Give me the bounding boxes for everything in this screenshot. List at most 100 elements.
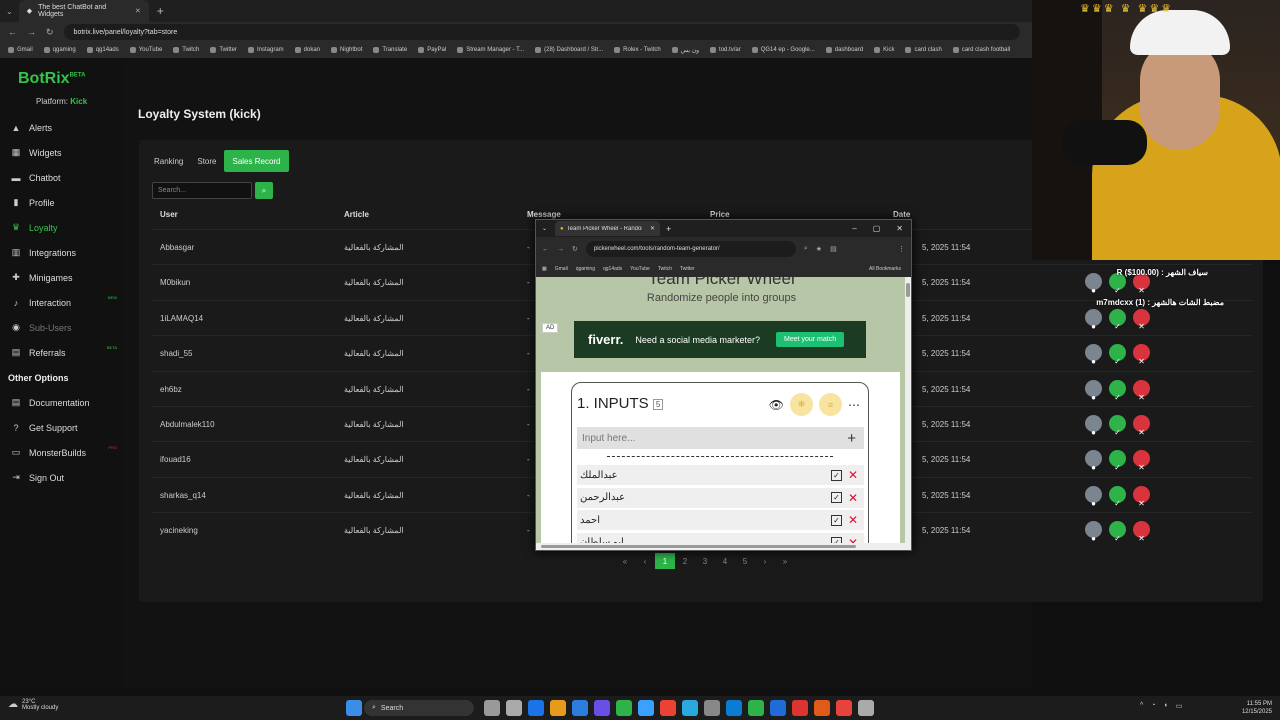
sidebar-item-monsterbuilds[interactable]: ▭ MonsterBuilds PRO <box>0 440 125 465</box>
entry-input[interactable]: Input here... + <box>577 427 864 449</box>
bookmark-item[interactable]: card clash football <box>952 47 1010 53</box>
popup-new-tab-icon[interactable]: + <box>666 224 671 234</box>
popup-menu-icon[interactable]: ⋮ <box>898 245 905 253</box>
reject-button[interactable]: ✕ <box>1133 485 1150 508</box>
taskbar-app-icon[interactable] <box>572 700 588 716</box>
sidebar-item-minigames[interactable]: ✚ Minigames <box>0 265 125 290</box>
taskbar-app-icon[interactable] <box>616 700 632 716</box>
page-3[interactable]: 3 <box>695 553 715 569</box>
bookmark-item[interactable]: Instagram <box>247 47 284 53</box>
popup-close-tab-icon[interactable]: ✕ <box>650 225 655 232</box>
approve-button[interactable]: ✓ <box>1109 415 1126 437</box>
sidebar-item-getsupport[interactable]: ? Get Support <box>0 415 125 440</box>
search-input[interactable]: Search... <box>152 182 252 199</box>
delete-entry-icon[interactable]: ✕ <box>848 468 858 482</box>
minimize-icon[interactable]: – <box>852 224 856 233</box>
weather-widget[interactable]: ☁ 23°C Mostly cloudy <box>8 699 58 711</box>
bookmark-item[interactable]: (28) Dashboard / Str... <box>535 47 603 53</box>
popup-url-field[interactable]: pickerwheel.com/tools/random-team-genera… <box>585 241 796 257</box>
bookmark-item[interactable]: QG14 ep - Google... <box>751 47 815 53</box>
reload-icon[interactable]: ↻ <box>46 27 54 38</box>
popup-vertical-scrollbar[interactable] <box>905 277 911 545</box>
popup-browser-tab[interactable]: ● Team Picker Wheel - Randomiz ✕ <box>555 221 661 236</box>
popup-horizontal-scrollbar[interactable] <box>536 543 911 550</box>
view-button[interactable]: ● <box>1085 521 1102 543</box>
popup-tab-list-icon[interactable]: ⌄ <box>542 225 547 232</box>
ad-cta-button[interactable]: Meet your match <box>775 332 845 347</box>
new-tab-icon[interactable]: + <box>157 4 164 18</box>
bookmark-item[interactable]: dokan <box>294 47 320 53</box>
sidebar-item-profile[interactable]: ▮ Profile <box>0 190 125 215</box>
sidebar-item-alerts[interactable]: ▲ Alerts <box>0 115 125 140</box>
taskbar-app-icon[interactable] <box>682 700 698 716</box>
volume-icon[interactable]: ◖ <box>1164 702 1168 710</box>
col-article[interactable]: Article <box>344 210 369 219</box>
page-2[interactable]: 2 <box>675 553 695 569</box>
bookmark-item[interactable]: PayPal <box>418 47 446 53</box>
bookmark-star-icon[interactable]: ★ <box>816 245 822 253</box>
delete-entry-icon[interactable]: ✕ <box>848 513 858 527</box>
bookmark-item[interactable]: Stream Manager - T... <box>457 47 524 53</box>
tab-store[interactable]: Store <box>191 150 222 172</box>
bookmark-item[interactable]: YouTube <box>129 47 162 53</box>
bookmark-item[interactable]: Gmail <box>8 47 33 53</box>
bookmark-item[interactable]: Translate <box>373 47 407 53</box>
reject-button[interactable]: ✕ <box>1133 308 1150 331</box>
bookmark-item[interactable]: Twitter <box>210 47 237 53</box>
fiverr-ad[interactable]: fiverr. Need a social media marketer? Me… <box>574 321 866 358</box>
reject-button[interactable]: ✕ <box>1133 344 1150 366</box>
sidebar-item-loyalty[interactable]: ♛ Loyalty <box>0 215 125 240</box>
taskbar-app-icon[interactable] <box>506 700 522 716</box>
view-button[interactable]: ● <box>1085 450 1102 472</box>
approve-button[interactable]: ✓ <box>1109 450 1126 472</box>
bookmark-item[interactable]: Twitch <box>173 47 199 53</box>
bookmark-item[interactable]: Nightbot <box>331 47 362 53</box>
col-date[interactable]: Date <box>893 210 910 219</box>
approve-button[interactable]: ✓ <box>1109 379 1126 402</box>
taskbar-app-icon[interactable] <box>660 700 676 716</box>
taskbar-app-icon[interactable] <box>858 700 874 716</box>
approve-button[interactable]: ✓ <box>1109 308 1126 331</box>
bookmark-item[interactable]: qg14ads <box>86 47 119 53</box>
taskbar-app-icon[interactable] <box>528 700 544 716</box>
bookmark-item[interactable]: Rolex - Twitch <box>614 47 661 53</box>
botrix-logo[interactable]: BotRixBETA <box>18 70 85 88</box>
maximize-icon[interactable]: ▢ <box>873 224 881 233</box>
group-icon[interactable]: ❋ <box>790 393 813 416</box>
page-5[interactable]: 5 <box>735 553 755 569</box>
search-button[interactable]: ⌕ <box>255 182 273 199</box>
entry-checkbox[interactable]: ✓ <box>830 469 842 481</box>
taskbar-app-icon[interactable] <box>550 700 566 716</box>
sidebar-item-widgets[interactable]: ▦ Widgets <box>0 140 125 165</box>
taskbar-app-icon[interactable] <box>638 700 654 716</box>
reject-button[interactable]: ✕ <box>1133 450 1150 472</box>
bookmark-item[interactable]: qgaming <box>43 47 76 53</box>
popup-bookmark-item[interactable]: qgaming <box>576 266 595 272</box>
sidebar-item-referrals[interactable]: ▤ Referrals BETA <box>0 340 125 365</box>
popup-forward-icon[interactable]: → <box>557 246 564 253</box>
tab-ranking[interactable]: Ranking <box>148 150 189 172</box>
bookmark-item[interactable]: ون يس <box>671 47 699 54</box>
eye-icon[interactable]: 👁 <box>769 398 784 412</box>
view-button[interactable]: ● <box>1085 415 1102 437</box>
delete-entry-icon[interactable]: ✕ <box>848 491 858 505</box>
clock[interactable]: 11:55 PM 12/15/2025 <box>1242 700 1272 716</box>
sidebar-item-subusers[interactable]: ◉ Sub-Users <box>0 315 125 340</box>
view-button[interactable]: ● <box>1085 344 1102 366</box>
view-button[interactable]: ● <box>1085 273 1102 295</box>
taskbar-app-icon[interactable] <box>748 700 764 716</box>
first-page-icon[interactable]: « <box>615 553 635 569</box>
popup-back-icon[interactable]: ← <box>542 246 549 253</box>
sidebar-item-signout[interactable]: ⇥ Sign Out <box>0 465 125 490</box>
popup-bookmark-item[interactable]: qg14ads <box>603 266 622 272</box>
apps-grid-icon[interactable]: ▦ <box>542 266 547 272</box>
reject-button[interactable]: ✕ <box>1133 379 1150 402</box>
popup-reload-icon[interactable]: ↻ <box>572 245 578 253</box>
entry-checkbox[interactable]: ✓ <box>830 492 842 503</box>
popup-bookmark-item[interactable]: Gmail <box>555 266 568 272</box>
tab-sales-record[interactable]: Sales Record <box>224 150 289 172</box>
back-icon[interactable]: ← <box>8 27 17 37</box>
next-page-icon[interactable]: › <box>755 553 775 569</box>
url-field[interactable]: botrix.live/panel/loyalty?tab=store <box>63 24 1020 40</box>
more-icon[interactable]: ⋯ <box>848 398 860 412</box>
